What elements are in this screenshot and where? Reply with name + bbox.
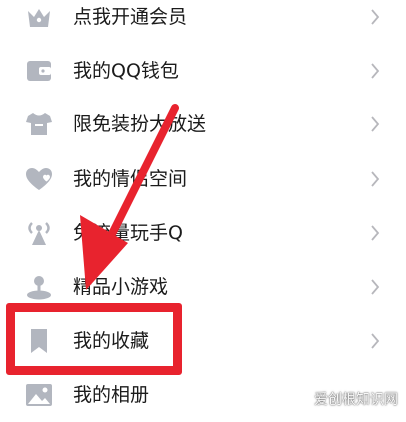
- menu-item-free-data[interactable]: 免流量玩手Q: [0, 206, 406, 260]
- photo-icon: [26, 384, 52, 406]
- menu-item-couple-space[interactable]: 我的情侣空间: [0, 152, 406, 206]
- menu-item-label: 精品小游戏: [73, 276, 169, 298]
- chevron-right-icon: [371, 279, 380, 295]
- wallet-icon: [27, 61, 51, 81]
- menu-item-label: 我的情侣空间: [73, 168, 188, 190]
- chevron-right-icon: [371, 9, 380, 25]
- menu-item-label: 免流量玩手Q: [73, 222, 183, 244]
- vip-crown-icon: [28, 9, 50, 27]
- tshirt-icon: [26, 113, 52, 135]
- chevron-right-icon: [371, 116, 380, 132]
- menu-item-vip[interactable]: 点我开通会员: [0, 0, 406, 44]
- chevron-right-icon: [371, 225, 380, 241]
- menu-item-label: 点我开通会员: [73, 6, 188, 28]
- menu-item-free-decorations[interactable]: 限免装扮大放送: [0, 97, 406, 151]
- heart-icon: [26, 168, 52, 190]
- menu-item-label: 我的相册: [73, 384, 150, 406]
- chevron-right-icon: [371, 63, 380, 79]
- watermark: 爱创根知识网: [314, 392, 398, 408]
- joystick-icon: [27, 276, 51, 300]
- menu-item-label: 我的QQ钱包: [73, 60, 179, 82]
- menu-item-wallet[interactable]: 我的QQ钱包: [0, 44, 406, 98]
- menu-item-label: 限免装扮大放送: [73, 113, 207, 135]
- highlight-box: [6, 303, 182, 375]
- chevron-right-icon: [371, 333, 380, 349]
- chevron-right-icon: [371, 171, 380, 187]
- signal-tower-icon: [28, 222, 50, 245]
